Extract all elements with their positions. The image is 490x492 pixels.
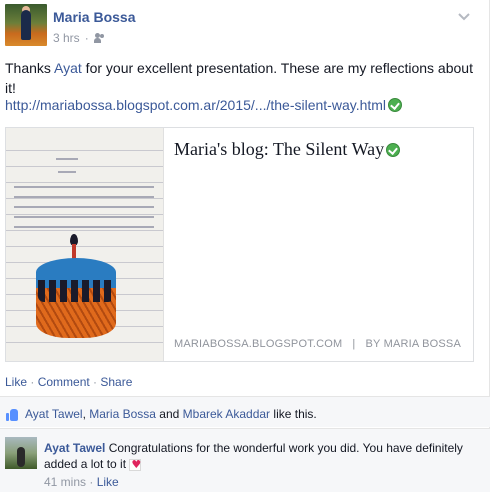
likes-suffix: like this. [270, 407, 317, 421]
liker-name[interactable]: Ayat Tawel [25, 407, 83, 421]
card-domain: MARIABOSSA.BLOGSPOT.COM [174, 338, 343, 350]
verified-check-icon [386, 142, 401, 157]
commenter-name[interactable]: Ayat Tawel [44, 441, 105, 455]
author-name[interactable]: Maria Bossa [53, 9, 135, 25]
card-title[interactable]: Maria's blog: The Silent Way [174, 139, 401, 160]
likes-text: Ayat Tawel, Maria Bossa and Mbarek Akadd… [25, 407, 317, 421]
card-footer: MARIABOSSA.BLOGSPOT.COM | BY MARIA BOSSA [174, 338, 461, 350]
post-text: Thanks Ayat for your excellent presentat… [5, 58, 475, 98]
post-text-before: Thanks [5, 60, 55, 76]
post-meta: 3 hrs · [53, 31, 106, 45]
action-dot: · [89, 375, 101, 389]
liker-name[interactable]: Mbarek Akaddar [183, 407, 270, 421]
card-thumbnail[interactable] [6, 128, 164, 361]
comment-like-button[interactable]: Like [97, 475, 119, 489]
comment-meta: 41 mins · Like [44, 475, 119, 489]
comment-text: Congratulations for the wonderful work y… [44, 441, 463, 471]
commenter-figure [17, 447, 25, 467]
comment: Ayat Tawel Congratulations for the wonde… [44, 440, 474, 473]
cake-drips [38, 280, 114, 302]
thumbs-up-icon [6, 408, 19, 421]
link-preview-card[interactable]: Maria's blog: The Silent Way MARIABOSSA.… [5, 127, 474, 362]
mention-link[interactable]: Ayat [54, 60, 82, 76]
comment-dot: · [86, 475, 97, 489]
card-byline: BY MARIA BOSSA [365, 338, 462, 350]
card-separator: | [352, 338, 356, 350]
news-feed-post: Maria Bossa 3 hrs · Thanks Ayat for your… [0, 0, 490, 492]
likes-summary: Ayat Tawel, Maria Bossa and Mbarek Akadd… [6, 407, 317, 421]
post-link[interactable]: http://mariabossa.blogspot.com.ar/2015/.… [5, 97, 403, 113]
card-title-text[interactable]: Maria's blog: The Silent Way [174, 139, 384, 160]
friends-icon[interactable] [93, 33, 106, 43]
author-avatar[interactable] [5, 4, 47, 46]
comment-button[interactable]: Comment [38, 375, 90, 389]
commenter-avatar[interactable] [5, 437, 37, 469]
liker-name[interactable]: Maria Bossa [89, 407, 156, 421]
post-header: Maria Bossa 3 hrs · [5, 4, 485, 50]
post-link-url[interactable]: http://mariabossa.blogspot.com.ar/2015/.… [5, 97, 386, 113]
post-time[interactable]: 3 hrs [53, 31, 80, 45]
likes-and: and [155, 407, 183, 421]
post-actions: Like · Comment · Share [5, 375, 132, 389]
action-dot: · [27, 375, 38, 389]
meta-dot: · [84, 31, 89, 45]
verified-check-icon [388, 98, 403, 112]
share-button[interactable]: Share [100, 375, 132, 389]
heart-icon [129, 457, 142, 473]
avatar-figure [21, 10, 31, 40]
like-button[interactable]: Like [5, 375, 27, 389]
comment-time[interactable]: 41 mins [44, 475, 86, 489]
chevron-down-icon[interactable] [457, 12, 471, 22]
